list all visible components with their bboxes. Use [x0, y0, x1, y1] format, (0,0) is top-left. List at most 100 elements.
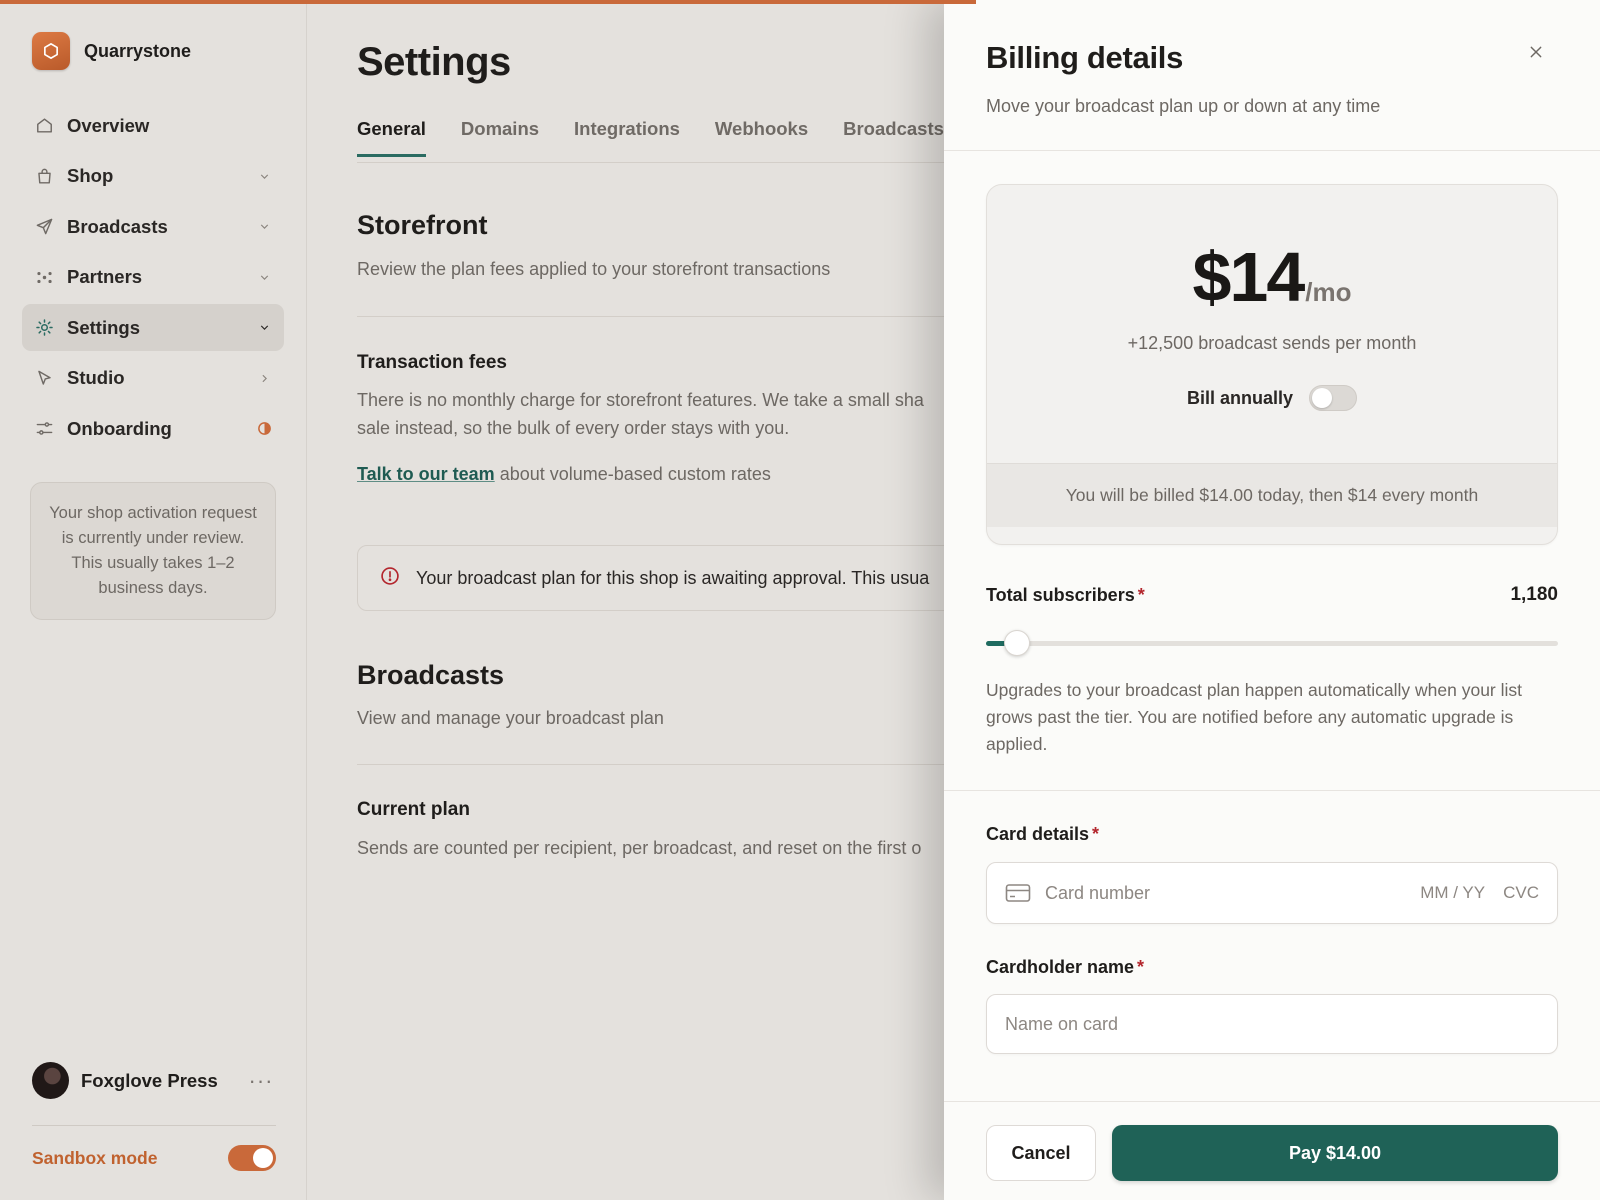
subscribers-slider[interactable] [986, 630, 1558, 656]
sidebar-item-shop[interactable]: Shop [22, 153, 284, 200]
cancel-button[interactable]: Cancel [986, 1125, 1096, 1181]
current-plan-title: Current plan [357, 799, 470, 820]
credit-card-icon [1005, 883, 1031, 903]
tab-broadcasts[interactable]: Broadcasts [843, 118, 944, 157]
send-icon [34, 217, 54, 237]
sidebar-divider [32, 1125, 276, 1126]
drawer-divider [944, 790, 1600, 791]
sidebar-item-partners[interactable]: Partners [22, 254, 284, 301]
card-details-label: Card details * [986, 824, 1099, 845]
price-row: $14 /mo [987, 237, 1557, 317]
sandbox-row: Sandbox mode [32, 1145, 276, 1171]
sidebar-item-label: Partners [67, 266, 143, 287]
sandbox-toggle[interactable] [228, 1145, 276, 1171]
talk-to-team-link[interactable]: Talk to our team [357, 464, 495, 484]
subscribers-label: Total subscribers * [986, 585, 1145, 606]
cardholder-label: Cardholder name * [986, 957, 1144, 978]
upgrade-help-text: Upgrades to your broadcast plan happen a… [986, 680, 1523, 754]
page-title: Settings [357, 40, 511, 84]
close-icon [1528, 44, 1544, 65]
sidebar-item-onboarding[interactable]: Onboarding [22, 405, 284, 452]
tab-domains[interactable]: Domains [461, 118, 539, 157]
pay-button[interactable]: Pay $14.00 [1112, 1125, 1558, 1181]
required-mark: * [1092, 824, 1100, 844]
required-mark: * [1137, 585, 1145, 605]
storefront-title: Storefront [357, 210, 488, 240]
sliders-icon [34, 419, 54, 439]
tab-integrations[interactable]: Integrations [574, 118, 680, 157]
tab-general[interactable]: General [357, 118, 426, 157]
sidebar-item-studio[interactable]: Studio [22, 355, 284, 402]
activation-notice: Your shop activation request is currentl… [30, 482, 276, 620]
alert-circle-icon [380, 566, 400, 591]
top-progress-bar [0, 0, 976, 4]
fees-text-line-1: There is no monthly charge for storefron… [357, 390, 924, 410]
card-number-input[interactable] [1045, 882, 1403, 904]
sidebar-item-label: Settings [67, 316, 140, 338]
toggle-knob [1312, 388, 1333, 408]
hexagon-logo-icon [32, 32, 70, 70]
avatar [32, 1062, 69, 1099]
drawer-footer: Cancel Pay $14.00 [944, 1101, 1600, 1200]
toggle-knob [253, 1148, 273, 1168]
chevron-down-icon[interactable] [256, 269, 272, 285]
transaction-fees-title: Transaction fees [357, 352, 507, 373]
cardholder-name-input[interactable] [1005, 1013, 1539, 1035]
chevron-down-icon[interactable] [256, 320, 272, 336]
storefront-subtitle: Review the plan fees applied to your sto… [357, 259, 831, 279]
close-button[interactable] [1522, 40, 1550, 68]
custom-rates-suffix: about volume-based custom rates [494, 464, 771, 484]
section-divider [357, 764, 977, 765]
user-name: Foxglove Press [81, 1069, 218, 1091]
sidebar-item-label: Overview [67, 114, 150, 136]
drawer-divider [944, 150, 1600, 151]
cardholder-label-text: Cardholder name [986, 957, 1135, 977]
alert-text: Your broadcast plan for this shop is awa… [416, 567, 930, 588]
bill-annually-toggle[interactable] [1309, 385, 1358, 411]
sidebar-item-settings[interactable]: Settings [22, 304, 284, 351]
sidebar-nav: Overview Shop Broadcasts Partners Settin… [22, 102, 284, 456]
broadcasts-subtitle: View and manage your broadcast plan [357, 708, 664, 728]
required-mark: * [1137, 957, 1145, 977]
brand[interactable]: Quarrystone [32, 32, 191, 70]
shopping-bag-icon [34, 166, 54, 186]
more-options-icon[interactable]: ··· [246, 1068, 276, 1094]
brand-name: Quarrystone [84, 40, 192, 61]
plan-sends: +12,500 broadcast sends per month [1127, 333, 1417, 353]
sidebar-item-broadcasts[interactable]: Broadcasts [22, 203, 284, 250]
drawer-title: Billing details [986, 40, 1184, 75]
gear-icon [34, 318, 54, 338]
price-period: /mo [1305, 277, 1352, 307]
slider-thumb[interactable] [1003, 630, 1030, 656]
chevron-right-icon[interactable] [256, 370, 272, 386]
sidebar-item-label: Onboarding [67, 417, 172, 439]
card-expiry-input[interactable]: MM / YY [1420, 883, 1485, 903]
sidebar-item-label: Studio [67, 367, 125, 388]
subscribers-value: 1,180 [1510, 584, 1558, 605]
plan-price: $14 [1192, 238, 1305, 316]
settings-tabs: General Domains Integrations Webhooks Br… [357, 118, 944, 157]
cursor-icon [34, 368, 54, 388]
home-icon [34, 116, 54, 136]
fees-text-line-2: sale instead, so the bulk of every order… [357, 418, 790, 438]
card-cvc-input[interactable]: CVC [1503, 883, 1539, 903]
bill-annually-label: Bill annually [1186, 387, 1294, 408]
billing-note: You will be billed $14.00 today, then $1… [987, 463, 1557, 527]
subscribers-label-text: Total subscribers [986, 585, 1135, 605]
section-divider [357, 316, 977, 317]
progress-ring-icon [256, 421, 272, 437]
card-details-field[interactable]: MM / YY CVC [986, 862, 1558, 924]
billing-drawer: Billing details Move your broadcast plan… [944, 0, 1600, 1200]
chevron-down-icon[interactable] [256, 168, 272, 184]
sidebar-item-overview[interactable]: Overview [22, 102, 284, 149]
tab-webhooks[interactable]: Webhooks [715, 118, 808, 157]
cardholder-field[interactable] [986, 994, 1558, 1054]
card-details-label-text: Card details [986, 824, 1090, 844]
chevron-down-icon[interactable] [256, 219, 272, 235]
broadcasts-title: Broadcasts [357, 660, 505, 690]
partners-icon [34, 267, 54, 287]
tabs-divider [357, 162, 977, 163]
plan-summary-card: $14 /mo +12,500 broadcast sends per mont… [986, 184, 1558, 545]
sandbox-label: Sandbox mode [32, 1147, 158, 1168]
user-menu[interactable]: Foxglove Press ··· [32, 1062, 276, 1099]
